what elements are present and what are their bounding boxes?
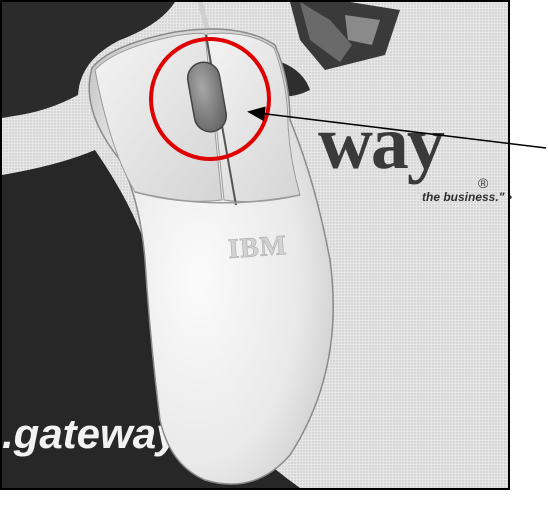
- brand-word: way: [318, 101, 445, 185]
- photo: way ® the business." • .gateway. IBM: [0, 0, 512, 490]
- tagline: the business." •: [422, 190, 512, 204]
- mouse-logo: IBM: [227, 230, 288, 265]
- registered-mark: ®: [478, 175, 489, 191]
- annotated-mouse-photo: way ® the business." • .gateway. IBM: [0, 0, 547, 490]
